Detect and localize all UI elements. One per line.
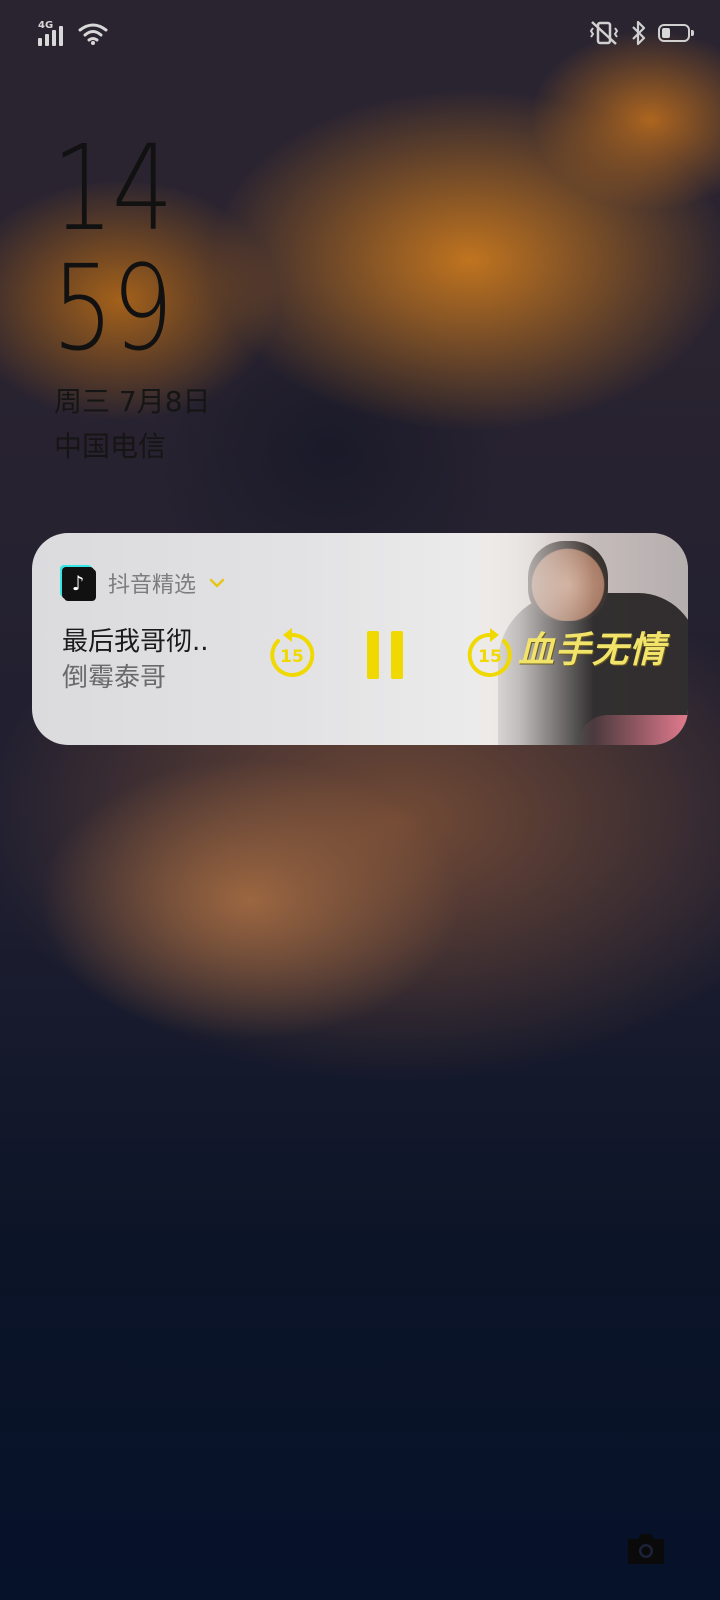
clock-minute: 59 [52,239,173,377]
pause-button[interactable] [357,625,413,685]
battery-fill [662,28,671,38]
vibrate-icon [589,21,619,45]
signal-icon: 4G [38,20,68,46]
battery-icon [658,24,694,42]
bluetooth-icon [632,20,646,46]
wifi-icon [78,23,108,45]
album-art-caption: 血手无情 [517,630,666,671]
forward-15-button[interactable]: 15 [462,625,518,681]
network-type-label: 4G [38,20,54,31]
forward-seconds-label: 15 [478,647,502,667]
rewind-seconds-label: 15 [280,647,304,667]
media-app-header[interactable]: ♪ 抖音精选 [62,567,226,599]
media-artist: 倒霉泰哥 [62,663,167,693]
media-player-card[interactable]: 血手无情 ♪ 抖音精选 最后我哥彻.. 倒霉泰哥 15 15 [32,533,688,745]
clock-hour: 14 [52,119,173,257]
lockscreen-date: 周三 7月8日 [54,385,211,418]
lockscreen-clock: 14 59 [52,128,198,368]
carrier-name: 中国电信 [54,430,167,463]
lock-screen: 4G 14 59 周三 7月8日 中国电信 血手无情 ♪ 抖音精选 最后我哥彻.… [0,0,720,1600]
status-bar: 4G [0,0,720,70]
chevron-down-icon[interactable] [208,577,226,589]
media-title: 最后我哥彻.. [62,627,209,657]
douyin-app-icon: ♪ [62,567,94,599]
rewind-15-button[interactable]: 15 [264,625,320,681]
media-app-name: 抖音精选 [108,573,197,598]
camera-icon[interactable] [624,1526,668,1570]
